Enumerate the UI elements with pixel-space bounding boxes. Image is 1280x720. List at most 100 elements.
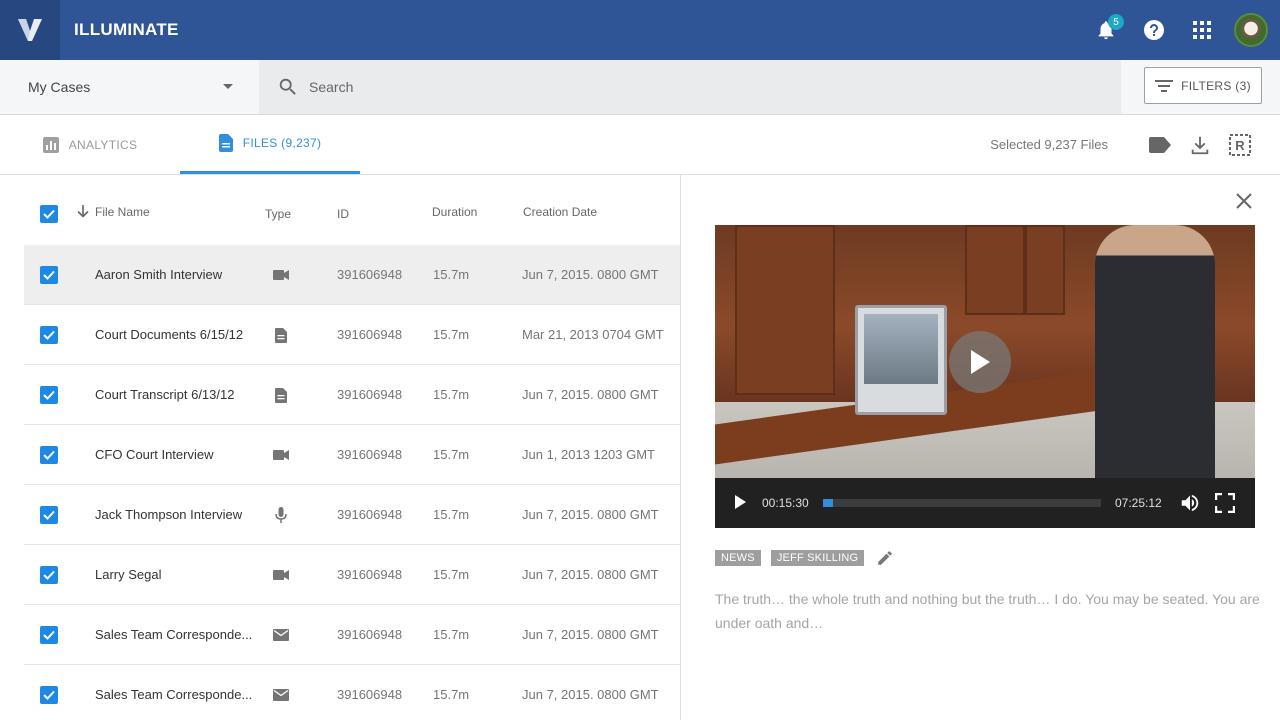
notifications-button[interactable]: 5: [1082, 0, 1130, 60]
file-id: 391606948: [337, 687, 403, 702]
file-duration: 15.7m: [433, 387, 470, 402]
tag-button[interactable]: [1147, 132, 1173, 158]
check-icon: [43, 630, 55, 640]
big-play-button[interactable]: [949, 331, 1011, 393]
case-selector-value: My Cases: [28, 79, 91, 95]
row-checkbox[interactable]: [40, 686, 58, 704]
check-icon: [43, 330, 55, 340]
case-selector[interactable]: My Cases: [0, 60, 259, 114]
filter-icon: [1155, 79, 1174, 92]
tab-files[interactable]: FILES (9,237): [180, 115, 360, 174]
file-name[interactable]: Jack Thompson Interview: [95, 507, 242, 522]
tag-jeff-skilling[interactable]: JEFF SKILLING: [770, 550, 865, 566]
table-row[interactable]: Aaron Smith Interview 391606948 15.7m Jun 7…: [24, 245, 680, 305]
row-checkbox[interactable]: [40, 506, 58, 524]
file-name[interactable]: CFO Court Interview: [95, 447, 213, 462]
table-row[interactable]: Sales Team Corresponde... 391606948 15.7m J…: [24, 665, 680, 720]
tab-analytics[interactable]: ANALYTICS: [0, 115, 180, 174]
file-creation-date: Jun 7, 2015. 0800 GMT: [522, 687, 659, 702]
tag-list: NEWS JEFF SKILLING: [715, 549, 894, 567]
file-creation-date: Mar 21, 2013 0704 GMT: [522, 327, 664, 342]
file-creation-date: Jun 7, 2015. 0800 GMT: [522, 627, 659, 642]
row-checkbox[interactable]: [40, 626, 58, 644]
table-row[interactable]: Larry Segal 391606948 15.7m Jun 7, 2015. 08…: [24, 545, 680, 605]
table-row[interactable]: Court Documents 6/15/12 391606948 15.7m Mar…: [24, 305, 680, 365]
video-monitor: [855, 305, 947, 415]
row-checkbox[interactable]: [40, 386, 58, 404]
download-icon: [1191, 136, 1209, 155]
files-table: File Name Type ID Duration Creation Date…: [0, 175, 681, 720]
caret-down-icon: [223, 84, 233, 89]
table-row[interactable]: Jack Thompson Interview 391606948 15.7m Jun…: [24, 485, 680, 545]
file-creation-date: Jun 7, 2015. 0800 GMT: [522, 507, 659, 522]
tab-files-label: FILES (9,237): [242, 136, 322, 150]
header-type[interactable]: Type: [265, 207, 291, 221]
apps-button[interactable]: [1178, 0, 1226, 60]
close-icon: [1236, 193, 1252, 209]
video-icon: [272, 446, 290, 464]
header-creation-date[interactable]: Creation Date: [523, 205, 597, 219]
document-icon: [272, 326, 290, 344]
logo[interactable]: [0, 0, 60, 60]
filters-button[interactable]: FILTERS (3): [1144, 67, 1262, 104]
sort-arrow-down-icon: [77, 205, 89, 218]
row-checkbox[interactable]: [40, 566, 58, 584]
file-name[interactable]: Aaron Smith Interview: [95, 267, 222, 282]
header-duration[interactable]: Duration: [432, 205, 477, 219]
person-figure: [1095, 225, 1215, 478]
table-header: File Name Type ID Duration Creation Date: [24, 175, 680, 245]
check-icon: [43, 510, 55, 520]
file-name[interactable]: Sales Team Corresponde...: [95, 627, 252, 642]
seek-bar[interactable]: [823, 499, 1101, 507]
row-checkbox[interactable]: [40, 266, 58, 284]
tag-news[interactable]: NEWS: [715, 550, 761, 566]
file-duration: 15.7m: [433, 567, 470, 582]
svg-text:R: R: [1235, 138, 1245, 153]
file-name[interactable]: Court Transcript 6/13/12: [95, 387, 234, 402]
row-checkbox[interactable]: [40, 326, 58, 344]
file-duration: 15.7m: [433, 687, 470, 702]
email-icon: [272, 626, 290, 644]
file-preview-panel: 00:15:30 07:25:12 NEWS JEFF SKILLING The…: [681, 175, 1280, 720]
download-button[interactable]: [1187, 132, 1213, 158]
video-player[interactable]: 00:15:30 07:25:12: [715, 225, 1255, 528]
header-id[interactable]: ID: [337, 207, 349, 221]
table-row[interactable]: Court Transcript 6/13/12 391606948 15.7m Ju…: [24, 365, 680, 425]
wall-panel: [735, 225, 835, 395]
file-creation-date: Jun 7, 2015. 0800 GMT: [522, 567, 659, 582]
check-icon: [43, 209, 55, 219]
file-name[interactable]: Larry Segal: [95, 567, 161, 582]
check-icon: [43, 270, 55, 280]
file-id: 391606948: [337, 567, 403, 582]
table-row[interactable]: Sales Team Corresponde... 391606948 15.7m J…: [24, 605, 680, 665]
file-name[interactable]: Sales Team Corresponde...: [95, 687, 252, 702]
row-checkbox[interactable]: [40, 446, 58, 464]
filters-area: FILTERS (3): [1121, 60, 1280, 114]
file-id: 391606948: [337, 267, 403, 282]
edit-pencil-icon[interactable]: [876, 549, 894, 567]
volume-icon[interactable]: [1179, 492, 1201, 514]
header-file-name[interactable]: File Name: [95, 205, 150, 219]
player-controls: 00:15:30 07:25:12: [715, 478, 1255, 528]
redact-button[interactable]: R: [1227, 132, 1253, 158]
help-button[interactable]: [1130, 0, 1178, 60]
selected-files-count: Selected 9,237 Files: [990, 137, 1108, 152]
file-duration: 15.7m: [433, 627, 470, 642]
table-row[interactable]: CFO Court Interview 391606948 15.7m Jun 1, …: [24, 425, 680, 485]
file-id: 391606948: [337, 447, 403, 462]
file-id: 391606948: [337, 507, 403, 522]
document-icon: [272, 386, 290, 404]
video-icon: [272, 566, 290, 584]
file-name[interactable]: Court Documents 6/15/12: [95, 327, 243, 342]
fullscreen-icon[interactable]: [1215, 493, 1235, 513]
check-icon: [43, 450, 55, 460]
microphone-icon: [272, 506, 290, 524]
play-icon: [971, 350, 990, 374]
user-avatar[interactable]: [1234, 13, 1268, 47]
play-icon[interactable]: [734, 495, 746, 509]
search-input[interactable]: [309, 79, 909, 95]
select-all-checkbox[interactable]: [40, 205, 58, 223]
close-preview-button[interactable]: [1232, 189, 1256, 213]
search-box: [259, 60, 1121, 114]
logo-icon: [18, 19, 42, 41]
